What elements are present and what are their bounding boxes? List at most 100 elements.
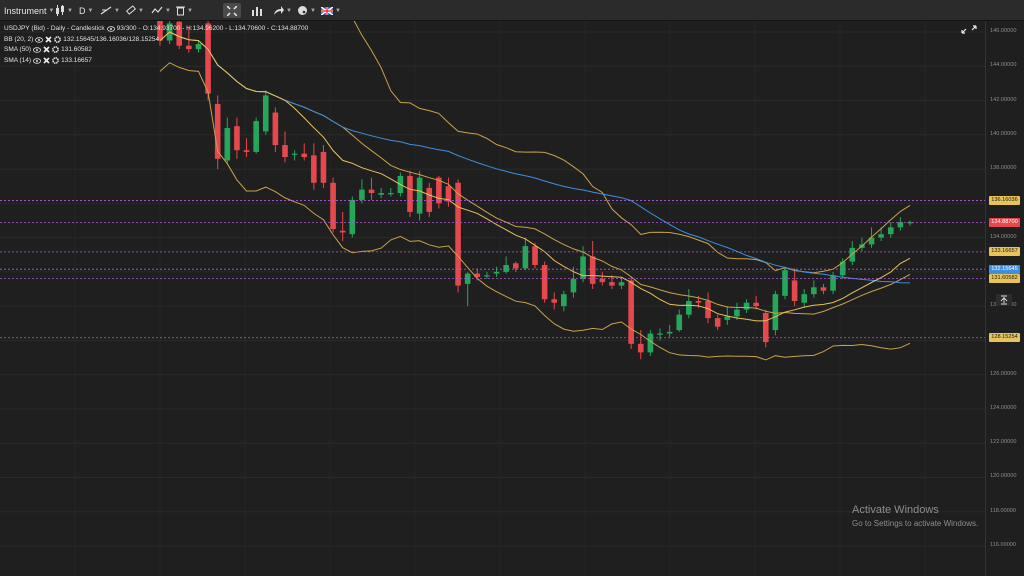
chevron-down-icon: ▼ — [48, 7, 55, 14]
candle-body — [801, 294, 808, 303]
price-tag: 131.60582 — [989, 274, 1020, 284]
eye-icon[interactable] — [106, 25, 115, 32]
candle-body — [522, 246, 529, 269]
price-chart[interactable] — [0, 21, 1024, 576]
instrument-menu[interactable]: Instrument ▼ — [4, 3, 54, 18]
candle-body — [695, 300, 702, 303]
eye-icon[interactable] — [35, 36, 44, 43]
candle-body — [484, 275, 490, 277]
candle-body — [637, 343, 644, 353]
candle-body — [676, 314, 683, 331]
candle-body — [195, 43, 202, 50]
scroll-to-price-button[interactable] — [996, 294, 1012, 306]
candle-body — [772, 294, 779, 331]
candle-body — [407, 175, 413, 212]
candle-body — [205, 23, 211, 94]
legend-indicator-sma14: SMA (14) 133.16657 — [4, 57, 92, 64]
price-tag: 133.16657 — [989, 247, 1020, 257]
chevron-down-icon: ▼ — [67, 7, 73, 14]
candle-body — [368, 189, 375, 194]
close-icon[interactable] — [43, 57, 50, 64]
indicators-menu[interactable]: ▼ — [151, 3, 171, 18]
indicator-name: SMA (50) — [4, 46, 32, 53]
gear-icon[interactable] — [52, 46, 59, 53]
gear-icon[interactable] — [52, 57, 59, 64]
candle-body — [426, 187, 433, 212]
expand-icon[interactable] — [961, 25, 977, 34]
candle-body — [830, 275, 836, 291]
y-tick-label: 140.00000 — [990, 130, 1017, 137]
y-tick-label: 116.00000 — [990, 542, 1017, 548]
share-icon — [274, 5, 284, 15]
trash-icon — [176, 6, 185, 16]
legend-indicator-sma50: SMA (50) 131.60582 — [4, 46, 92, 53]
share-menu[interactable]: ▼ — [273, 3, 292, 18]
candle-body — [234, 126, 240, 151]
chevron-down-icon: ▼ — [138, 7, 144, 14]
candle-body — [734, 309, 740, 317]
eye-icon[interactable] — [33, 46, 42, 53]
price-tag: 134.88700 — [989, 217, 1020, 227]
trendline-icon — [100, 6, 112, 15]
y-tick-label: 122.00000 — [990, 439, 1017, 446]
candle-body — [387, 193, 394, 195]
settings-menu[interactable]: ▼ — [297, 3, 316, 18]
volume-button[interactable] — [252, 3, 262, 18]
drawing-tools-menu[interactable]: ▼ — [100, 3, 120, 18]
indicator-values: 132.15645/136.16036/128.15254 — [63, 36, 160, 43]
collapse-icon — [1000, 295, 1008, 305]
candle-body — [666, 331, 673, 334]
candle-body — [253, 121, 259, 152]
activation-watermark-subtitle: Go to Settings to activate Windows. — [852, 519, 979, 528]
timeframe-label: D — [79, 5, 86, 16]
candle-body — [262, 95, 269, 132]
candle-body — [849, 247, 856, 262]
gear-icon[interactable] — [54, 36, 62, 43]
candle-body — [714, 318, 721, 327]
y-tick-label: 134.00000 — [990, 233, 1017, 240]
candle-body — [753, 302, 759, 307]
candle-body — [503, 265, 509, 272]
timeframe-menu[interactable]: D ▼ — [79, 3, 93, 18]
candle-body — [493, 271, 500, 274]
candle-body — [618, 282, 625, 286]
y-tick-label: 142.00000 — [990, 96, 1017, 103]
candle-body — [291, 153, 298, 155]
candle-body — [186, 45, 192, 50]
chevron-down-icon: ▼ — [310, 7, 316, 14]
indicator-icon — [151, 6, 163, 14]
measure-tools-menu[interactable]: ▼ — [125, 3, 144, 18]
close-icon[interactable] — [45, 36, 52, 43]
candle-body — [301, 153, 308, 158]
instrument-label: Instrument — [4, 5, 47, 16]
delete-menu[interactable]: ▼ — [176, 3, 193, 18]
candle-body — [570, 278, 577, 293]
legend-indicator-bb: BB (20, 2) 132.15645/136.16036/128.15254 — [4, 36, 159, 43]
layout-button[interactable] — [223, 3, 241, 18]
y-tick-label: 118.00000 — [990, 507, 1017, 514]
y-tick-label: 146.00000 — [990, 28, 1017, 34]
candle-body — [243, 150, 250, 152]
candle-body — [561, 294, 567, 307]
indicator-name: BB (20, 2) — [4, 36, 34, 43]
candle-body — [224, 127, 231, 161]
bar-chart-icon — [252, 6, 262, 16]
candle-body — [589, 256, 596, 284]
eye-icon[interactable] — [33, 57, 42, 64]
candlestick-icon — [56, 5, 64, 16]
candle-body — [878, 234, 884, 238]
y-tick-label: 126.00000 — [990, 370, 1017, 377]
y-tick-label: 120.00000 — [990, 473, 1017, 480]
candle-body — [686, 300, 692, 315]
close-icon[interactable] — [43, 46, 50, 53]
y-tick-label: 144.00000 — [990, 62, 1017, 69]
indicator-values: 133.16657 — [61, 57, 92, 64]
legend-main: USDJPY (Bid) - Daily - Candlestick 93/30… — [4, 25, 309, 32]
candle-body — [532, 246, 538, 266]
chart-type-menu[interactable]: ▼ — [55, 3, 73, 18]
candle-body — [628, 280, 634, 344]
y-tick-label: 138.00000 — [990, 165, 1017, 172]
candle-body — [820, 287, 827, 291]
price-tag: 136.16036 — [989, 196, 1020, 206]
language-menu[interactable]: ▼ — [321, 3, 341, 18]
